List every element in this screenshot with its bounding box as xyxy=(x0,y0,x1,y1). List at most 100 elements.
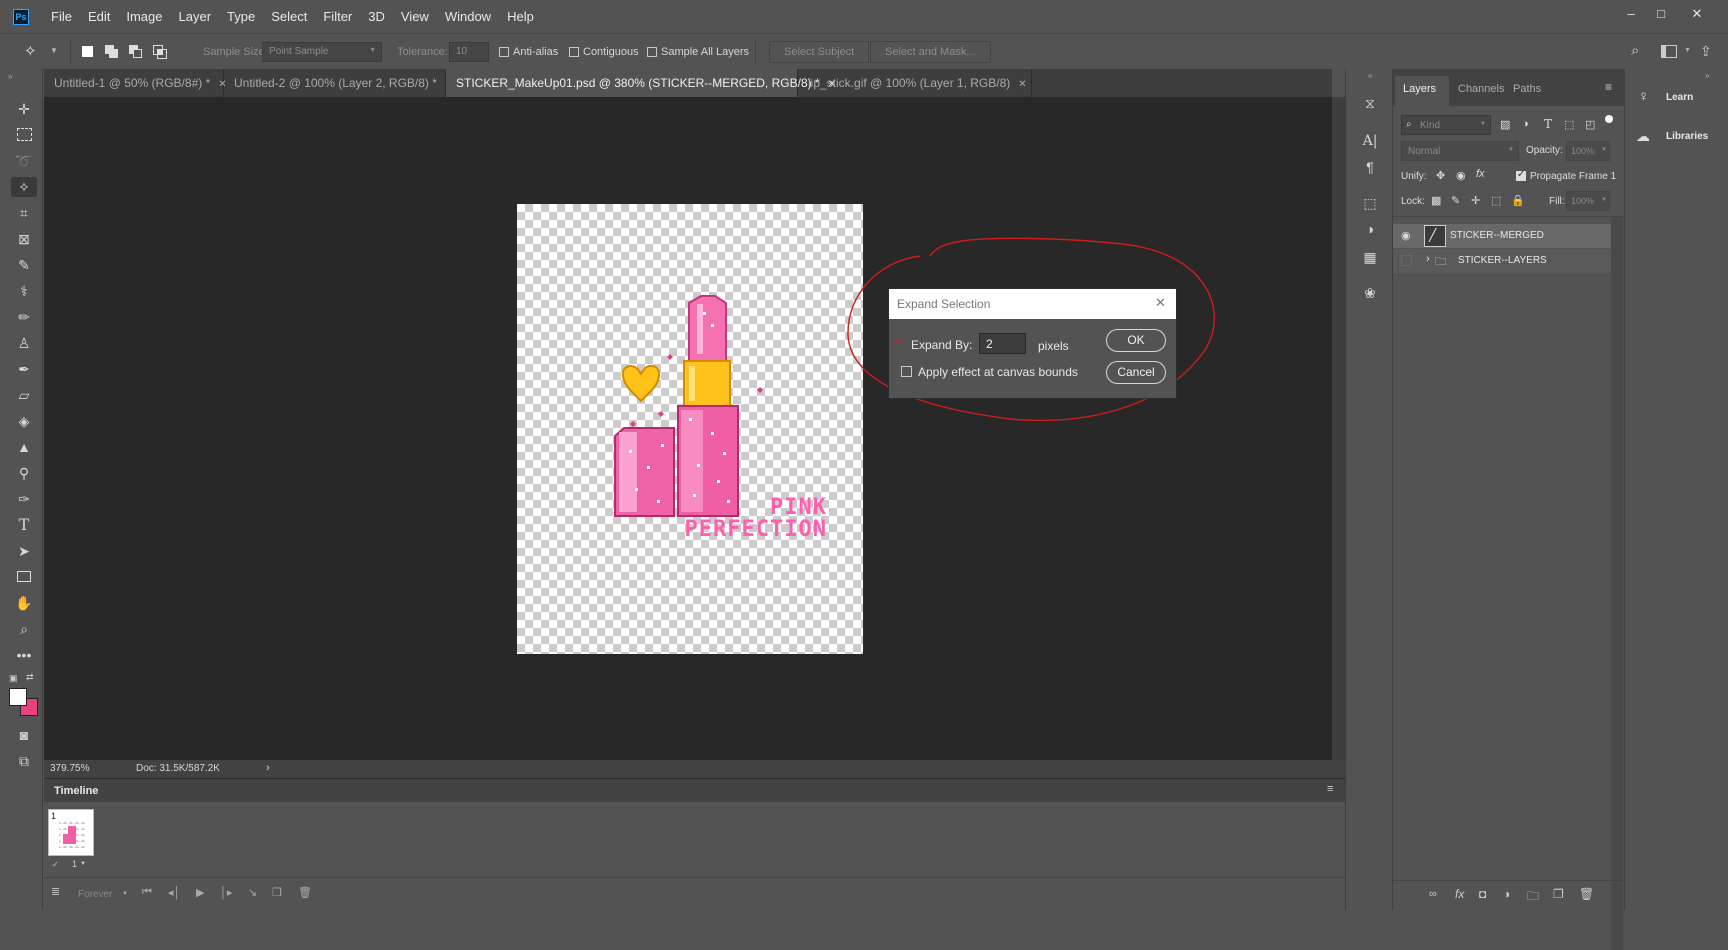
layer-name[interactable]: STICKER--LAYERS xyxy=(1458,255,1547,266)
blur-tool-icon[interactable]: ▲ xyxy=(14,437,34,457)
menu-window[interactable]: Window xyxy=(437,9,499,24)
filter-toggle-icon[interactable] xyxy=(1605,115,1613,123)
history-brush-tool-icon[interactable]: ✒ xyxy=(14,359,34,379)
sample-size-select[interactable]: Point Sample ▼ xyxy=(262,42,382,62)
lock-artboard-icon[interactable]: ⬚ xyxy=(1491,194,1501,207)
anti-alias-checkbox[interactable]: Anti-alias xyxy=(499,46,558,58)
chevron-down-icon[interactable]: ▼ xyxy=(122,891,128,897)
panel-menu-icon[interactable]: ≡ xyxy=(1327,783,1333,795)
collapse-toolbar-icon[interactable]: » xyxy=(8,72,12,81)
duplicate-frame-icon[interactable]: ❐ xyxy=(272,886,282,899)
delete-layer-icon[interactable]: 🗑 xyxy=(1579,887,1594,901)
filter-shape-icon[interactable]: ⬚ xyxy=(1564,118,1574,131)
canvas-vertical-scrollbar[interactable] xyxy=(1332,97,1345,760)
layer-row[interactable]: › 🗀 STICKER--LAYERS xyxy=(1393,249,1611,273)
pen-tool-icon[interactable]: ✑ xyxy=(14,489,34,509)
dodge-tool-icon[interactable]: ⚲ xyxy=(14,463,34,483)
lasso-tool-icon[interactable]: ➰ xyxy=(14,151,34,171)
chevron-down-icon[interactable]: ▼ xyxy=(80,861,86,867)
panel-menu-icon[interactable]: ≡ xyxy=(1605,80,1612,94)
subtract-from-selection-icon[interactable] xyxy=(128,44,144,60)
default-colors-icon[interactable]: ▣ xyxy=(9,673,18,684)
new-group-icon[interactable]: 🗀 xyxy=(1527,887,1539,908)
ok-button[interactable]: OK xyxy=(1106,329,1166,352)
blend-mode-select[interactable]: Normal ▼ xyxy=(1401,141,1519,161)
maximize-icon[interactable]: □ xyxy=(1650,6,1672,24)
next-frame-icon[interactable]: │▸ xyxy=(220,886,232,899)
new-selection-icon[interactable] xyxy=(80,44,96,60)
eyedropper-tool-icon[interactable]: ✎ xyxy=(14,255,34,275)
zoom-tool-icon[interactable]: ⌕ xyxy=(14,619,34,639)
visibility-toggle[interactable] xyxy=(1401,255,1412,266)
eraser-tool-icon[interactable]: ▱ xyxy=(14,385,34,405)
close-icon[interactable]: ✕ xyxy=(1018,79,1026,90)
tab-layers[interactable]: Layers xyxy=(1403,83,1436,95)
menu-help[interactable]: Help xyxy=(499,9,542,24)
move-tool-icon[interactable]: ✛ xyxy=(14,99,34,119)
filter-adjustment-icon[interactable]: ◑ xyxy=(1522,118,1529,130)
new-layer-icon[interactable]: ❐ xyxy=(1553,887,1564,901)
unify-style-icon[interactable]: fx xyxy=(1476,168,1485,180)
menu-image[interactable]: Image xyxy=(118,9,170,24)
tab-untitled-1[interactable]: Untitled-1 @ 50% (RGB/8#) * ✕ xyxy=(44,69,227,97)
opacity-input[interactable]: 100% ▼ xyxy=(1566,141,1610,161)
more-tools-icon[interactable]: ••• xyxy=(14,645,34,665)
select-and-mask-button[interactable]: Select and Mask... xyxy=(870,41,991,63)
workspace-icon[interactable] xyxy=(1661,45,1677,58)
layers-scrollbar[interactable] xyxy=(1611,217,1623,950)
magic-wand-tool-icon[interactable]: ✧ xyxy=(11,177,37,197)
learn-button[interactable]: ♀ Learn xyxy=(1632,84,1728,114)
character-panel-icon[interactable]: A| xyxy=(1360,131,1380,151)
chevron-down-icon[interactable]: ▼ xyxy=(1684,47,1691,54)
tolerance-input[interactable]: 10 xyxy=(449,42,489,62)
add-to-selection-icon[interactable] xyxy=(104,44,120,60)
tab-channels[interactable]: Channels xyxy=(1458,83,1504,95)
convert-timeline-icon[interactable]: ≣ xyxy=(51,885,60,898)
color-panel-icon[interactable]: ❀ xyxy=(1360,283,1380,303)
frame-tool-icon[interactable]: ⊠ xyxy=(14,229,34,249)
history-panel-icon[interactable]: ⧖ xyxy=(1360,93,1380,113)
minimize-icon[interactable]: – xyxy=(1620,6,1642,24)
apply-canvas-bounds-checkbox[interactable] xyxy=(901,366,912,377)
frame-delay[interactable]: 1 xyxy=(72,859,77,869)
filter-smart-object-icon[interactable]: ◰ xyxy=(1585,118,1595,131)
paragraph-panel-icon[interactable]: ¶ xyxy=(1360,157,1380,177)
share-icon[interactable]: ⇪ xyxy=(1700,43,1718,61)
marquee-tool-icon[interactable] xyxy=(14,125,34,145)
tween-icon[interactable]: ↘ xyxy=(248,886,257,899)
propagate-checkbox[interactable]: ✓ xyxy=(1516,169,1526,181)
tab-lip-stick[interactable]: lip_stick.gif @ 100% (Layer 1, RGB/8) ✕ xyxy=(798,69,1032,97)
eye-icon[interactable]: ◉ xyxy=(1401,229,1411,242)
tab-sticker-makeup[interactable]: STICKER_MakeUp01.psd @ 380% (STICKER--ME… xyxy=(446,69,836,97)
layer-filter-kind[interactable]: ⌕ Kind ▼ xyxy=(1401,115,1491,135)
menu-filter[interactable]: Filter xyxy=(315,9,360,24)
menu-edit[interactable]: Edit xyxy=(80,9,118,24)
lock-all-icon[interactable]: 🔒 xyxy=(1511,194,1525,207)
swatches-panel-icon[interactable]: ▦ xyxy=(1360,247,1380,267)
layer-name[interactable]: STICKER--MERGED xyxy=(1450,230,1544,241)
magic-wand-preset-icon[interactable]: ✧ xyxy=(24,42,46,62)
chevron-right-icon[interactable]: › xyxy=(1426,253,1430,265)
menu-3d[interactable]: 3D xyxy=(360,9,393,24)
delete-frame-icon[interactable]: 🗑 xyxy=(298,886,312,899)
zoom-level[interactable]: 379.75% xyxy=(50,763,89,774)
properties-panel-icon[interactable]: ⬚ xyxy=(1360,193,1380,213)
fill-input[interactable]: 100% ▼ xyxy=(1566,191,1610,211)
lock-position-icon[interactable]: ✛ xyxy=(1471,194,1480,207)
path-selection-tool-icon[interactable]: ➤ xyxy=(14,541,34,561)
layer-row[interactable]: ◉ ╱ STICKER--MERGED xyxy=(1393,224,1611,248)
chevron-down-icon[interactable]: ▼ xyxy=(50,46,58,55)
contiguous-checkbox[interactable]: Contiguous xyxy=(569,46,639,58)
menu-select[interactable]: Select xyxy=(263,9,315,24)
add-mask-icon[interactable]: ◘ xyxy=(1479,887,1486,901)
play-icon[interactable]: ▶ xyxy=(196,886,204,899)
select-subject-button[interactable]: Select Subject xyxy=(769,41,870,63)
collapse-dock-icon[interactable]: « xyxy=(1368,71,1372,80)
paint-bucket-tool-icon[interactable]: ◈ xyxy=(14,411,34,431)
filter-image-icon[interactable]: ▨ xyxy=(1500,118,1510,131)
clone-stamp-tool-icon[interactable]: ♙ xyxy=(14,333,34,353)
menu-layer[interactable]: Layer xyxy=(171,9,220,24)
previous-frame-icon[interactable]: ◂│ xyxy=(168,886,180,899)
rectangle-tool-icon[interactable] xyxy=(14,567,34,587)
tab-untitled-2[interactable]: Untitled-2 @ 100% (Layer 2, RGB/8) *✕ xyxy=(224,69,453,97)
